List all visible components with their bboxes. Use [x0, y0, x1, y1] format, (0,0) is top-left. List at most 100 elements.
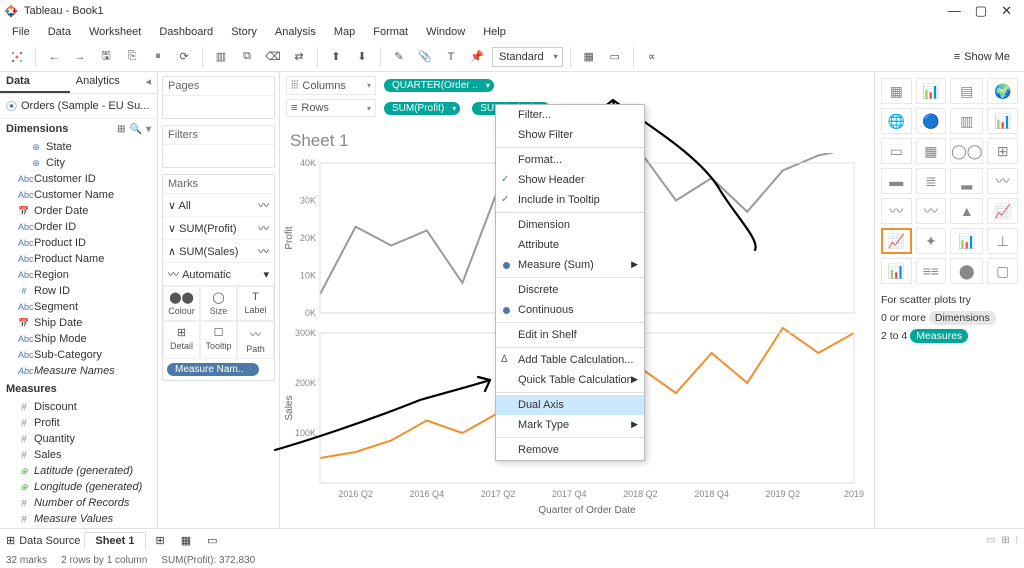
- showme-thumb-2[interactable]: ▤: [950, 78, 983, 104]
- sort-asc-button[interactable]: ⬆: [325, 46, 347, 68]
- showme-thumb-8[interactable]: ▭: [881, 138, 912, 164]
- highlight-button[interactable]: ✎: [388, 46, 410, 68]
- fit-dropdown[interactable]: Standard: [492, 47, 563, 67]
- undo-button[interactable]: ←: [43, 46, 65, 68]
- field-ship-mode[interactable]: AbcShip Mode: [0, 331, 157, 347]
- showme-thumb-4[interactable]: 🌐: [881, 108, 912, 134]
- ctx-discrete[interactable]: Discrete: [496, 280, 644, 300]
- marks-all-row[interactable]: ∨ All〰: [163, 194, 274, 217]
- pages-shelf[interactable]: Pages: [162, 76, 275, 119]
- field-product-id[interactable]: AbcProduct ID: [0, 235, 157, 251]
- ctx-dimension[interactable]: Dimension: [496, 215, 644, 235]
- collapse-datapane-button[interactable]: ◂: [139, 72, 157, 93]
- pause-button[interactable]: ⏸: [147, 46, 169, 68]
- ctx-show-header[interactable]: ✓Show Header: [496, 170, 644, 190]
- field-city[interactable]: ⊕City: [0, 155, 157, 171]
- marks-detail-button[interactable]: ⊞Detail: [163, 321, 200, 359]
- filters-shelf[interactable]: Filters: [162, 125, 275, 168]
- menu-map[interactable]: Map: [326, 24, 363, 40]
- marks-colour-button[interactable]: ⬤⬤Colour: [163, 286, 200, 321]
- sort-icon[interactable]: ⦙: [1016, 535, 1018, 546]
- analytics-tab[interactable]: Analytics: [70, 72, 140, 93]
- ctx-edit-in-shelf[interactable]: Edit in Shelf: [496, 325, 644, 345]
- showme-thumb-19[interactable]: 📈: [987, 198, 1018, 224]
- showme-thumb-16[interactable]: 〰: [881, 198, 912, 224]
- showme-thumb-27[interactable]: ▢: [987, 258, 1018, 284]
- save-button[interactable]: 🖫: [95, 46, 117, 68]
- rows-shelf-label[interactable]: ≡Rows: [286, 99, 376, 117]
- showme-thumb-14[interactable]: ▂: [950, 168, 983, 194]
- present-button[interactable]: ▭: [604, 46, 626, 68]
- showme-thumb-1[interactable]: 📊: [916, 78, 947, 104]
- showme-thumb-10[interactable]: ◯◯: [950, 138, 983, 164]
- duplicate-button[interactable]: ⧉: [236, 46, 258, 68]
- showme-thumb-3[interactable]: 🌍: [987, 78, 1018, 104]
- menu-window[interactable]: Window: [418, 24, 473, 40]
- close-button[interactable]: ✕: [1001, 3, 1012, 19]
- menu-analysis[interactable]: Analysis: [267, 24, 324, 40]
- ctx-dual-axis[interactable]: Dual Axis: [496, 395, 644, 415]
- ctx-format-[interactable]: Format...: [496, 150, 644, 170]
- clear-button[interactable]: ⌫: [262, 46, 284, 68]
- ctx-show-filter[interactable]: Show Filter: [496, 125, 644, 145]
- menu-dashboard[interactable]: Dashboard: [151, 24, 221, 40]
- field-sub-category[interactable]: AbcSub-Category: [0, 347, 157, 363]
- filmstrip-icon[interactable]: ▭: [986, 535, 995, 546]
- new-datasource-button[interactable]: ⎘: [121, 46, 143, 68]
- columns-pill-quarter[interactable]: QUARTER(Order ..: [384, 79, 494, 92]
- menu-file[interactable]: File: [4, 24, 38, 40]
- menu-data[interactable]: Data: [40, 24, 79, 40]
- showme-thumb-23[interactable]: ⊥: [987, 228, 1018, 254]
- marks-profit-row[interactable]: ∨ SUM(Profit)〰: [163, 217, 274, 240]
- new-sheet-button[interactable]: ▥: [210, 46, 232, 68]
- new-sheet-button[interactable]: ⊞: [150, 534, 171, 547]
- marks-path-button[interactable]: 〰Path: [237, 321, 274, 359]
- menu-format[interactable]: Format: [365, 24, 416, 40]
- ctx-include-in-tooltip[interactable]: ✓Include in Tooltip: [496, 190, 644, 210]
- redo-button[interactable]: →: [69, 46, 91, 68]
- rows-pill-profit[interactable]: SUM(Profit): [384, 102, 460, 115]
- ctx-remove[interactable]: Remove: [496, 440, 644, 460]
- showme-thumb-12[interactable]: ▬: [881, 168, 912, 194]
- field-order-id[interactable]: AbcOrder ID: [0, 219, 157, 235]
- field-product-name[interactable]: AbcProduct Name: [0, 251, 157, 267]
- menu-story[interactable]: Story: [223, 24, 265, 40]
- field-measure-values[interactable]: #Measure Values: [0, 511, 157, 527]
- grid-icon[interactable]: ⊞: [1001, 535, 1009, 546]
- new-story-button[interactable]: ▭: [201, 534, 223, 547]
- field-customer-id[interactable]: AbcCustomer ID: [0, 171, 157, 187]
- ctx-quick-table-calculation[interactable]: Quick Table Calculation▶: [496, 370, 644, 390]
- marks-sales-row[interactable]: ∧ SUM(Sales)〰: [163, 240, 274, 263]
- field-latitude-generated-[interactable]: ⊕Latitude (generated): [0, 463, 157, 479]
- showme-thumb-15[interactable]: 〰: [987, 168, 1018, 194]
- swap-button[interactable]: ⇄: [288, 46, 310, 68]
- share-button[interactable]: ∝: [641, 46, 663, 68]
- group-button[interactable]: 📎: [414, 46, 436, 68]
- field-quantity[interactable]: #Quantity: [0, 431, 157, 447]
- field-discount[interactable]: #Discount: [0, 399, 157, 415]
- field-sales[interactable]: #Sales: [0, 447, 157, 463]
- marks-label-button[interactable]: TLabel: [237, 286, 274, 321]
- minimize-button[interactable]: —: [948, 3, 961, 19]
- showme-thumb-9[interactable]: ▦: [916, 138, 947, 164]
- showme-thumb-6[interactable]: ▥: [950, 108, 983, 134]
- sheet1-tab[interactable]: Sheet 1: [84, 532, 145, 549]
- measure-names-pill[interactable]: Measure Nam..: [167, 363, 259, 376]
- showme-thumb-11[interactable]: ⊞: [987, 138, 1018, 164]
- tableau-icon[interactable]: [6, 46, 28, 68]
- field-longitude-generated-[interactable]: ⊕Longitude (generated): [0, 479, 157, 495]
- search-icon[interactable]: 🔍: [130, 124, 142, 135]
- showme-thumb-0[interactable]: ▦: [881, 78, 912, 104]
- menu-worksheet[interactable]: Worksheet: [81, 24, 149, 40]
- ctx-measure-sum-[interactable]: Measure (Sum)▶: [496, 255, 644, 275]
- showme-thumb-26[interactable]: ⬤: [950, 258, 983, 284]
- showme-thumb-17[interactable]: 〰: [916, 198, 947, 224]
- showme-thumb-7[interactable]: 📊: [987, 108, 1018, 134]
- field-profit[interactable]: #Profit: [0, 415, 157, 431]
- refresh-button[interactable]: ⟳: [173, 46, 195, 68]
- new-dashboard-button[interactable]: ▦: [175, 534, 197, 547]
- showme-thumb-24[interactable]: 📊: [881, 258, 912, 284]
- field-state[interactable]: ⊕State: [0, 139, 157, 155]
- sort-desc-button[interactable]: ⬇: [351, 46, 373, 68]
- field-customer-name[interactable]: AbcCustomer Name: [0, 187, 157, 203]
